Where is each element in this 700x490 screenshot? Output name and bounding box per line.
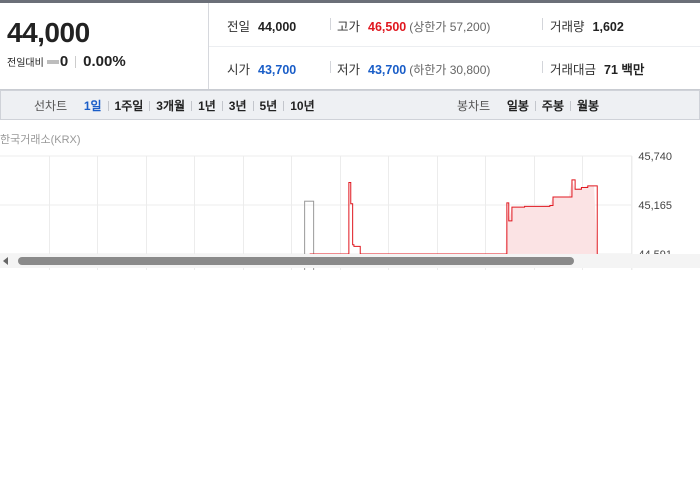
change-label: 전일대비 <box>7 58 44 69</box>
divider <box>191 101 193 111</box>
line-chart-label: 선차트 <box>34 99 68 113</box>
low-label: 저가 <box>337 63 361 77</box>
volume-value: 1,602 <box>592 20 624 34</box>
high-price: 고가 46,500 (상한가 57,200) <box>337 16 490 35</box>
current-price: 44,000 <box>7 17 90 48</box>
divider <box>149 101 151 111</box>
amount-label: 거래대금 <box>550 63 597 77</box>
divider <box>534 101 536 111</box>
change-row: 전일대비 0 0.00% <box>7 53 126 70</box>
stats-row-2: 시가 43,700 저가 43,700 (하한가 30,800) 거래대금 71 백만 <box>209 46 700 89</box>
divider <box>330 18 331 30</box>
open-value: 43,700 <box>258 63 297 77</box>
period-5y[interactable]: 5년 <box>260 99 278 113</box>
current-price-box: 44,000 전일대비 0 0.00% <box>0 3 209 89</box>
chart-period-toolbar: 선차트 1일 1주일 3개월 1년 3년 5년 10년 봉차트 일봉 주봉 월봉 <box>0 90 700 120</box>
price-chart: 45,74045,16544,591 한국거래소(KRX) <box>0 119 700 270</box>
period-3y[interactable]: 3년 <box>229 99 247 113</box>
period-10y[interactable]: 10년 <box>290 99 314 113</box>
period-1d[interactable]: 1일 <box>84 99 102 113</box>
divider <box>252 101 254 111</box>
volume: 거래량 1,602 <box>550 16 624 35</box>
divider <box>542 18 543 30</box>
low-price: 저가 43,700 (하한가 30,800) <box>337 59 490 78</box>
change-rate: 0.00% <box>83 53 126 70</box>
divider <box>330 61 331 73</box>
candle-monthly[interactable]: 월봉 <box>577 99 599 113</box>
y-tick-label: 45,740 <box>638 151 672 163</box>
data-source: 한국거래소(KRX) <box>0 134 81 146</box>
low-value: 43,700 <box>368 63 407 77</box>
scrollbar-thumb[interactable] <box>18 257 574 265</box>
prev-close-label: 전일 <box>227 20 251 34</box>
divider <box>542 61 543 73</box>
chart-scrollbar[interactable] <box>0 254 700 268</box>
amount-value: 71 백만 <box>604 63 645 77</box>
prev-close: 전일 44,000 <box>227 16 296 35</box>
upper-limit: (상한가 57,200) <box>409 20 491 34</box>
high-value: 46,500 <box>368 20 407 34</box>
prev-close-value: 44,000 <box>258 20 297 34</box>
candle-weekly[interactable]: 주봉 <box>542 99 564 113</box>
trade-amount: 거래대금 71 백만 <box>550 59 644 78</box>
price-summary: 44,000 전일대비 0 0.00% 전일 44,000 고가 46,500 (상한… <box>0 3 700 90</box>
open-label: 시가 <box>227 63 251 77</box>
open-price: 시가 43,700 <box>227 59 296 78</box>
high-label: 고가 <box>337 20 361 34</box>
scroll-left-arrow-icon[interactable] <box>3 257 8 265</box>
y-tick-label: 45,165 <box>638 200 672 212</box>
stats-row-1: 전일 44,000 고가 46,500 (상한가 57,200) 거래량 1,602 <box>209 3 700 47</box>
divider <box>283 101 285 111</box>
divider <box>107 101 109 111</box>
candle-chart-label: 봉차트 <box>457 99 491 113</box>
candle-daily[interactable]: 일봉 <box>507 99 529 113</box>
candle-chart-periods: 봉차트 일봉 주봉 월봉 <box>457 97 599 114</box>
series-area-fill <box>505 179 598 254</box>
line-chart-periods: 선차트 1일 1주일 3개월 1년 3년 5년 10년 <box>34 97 315 114</box>
change-value: 0 <box>59 53 69 70</box>
period-1y[interactable]: 1년 <box>198 99 216 113</box>
stats-grid: 전일 44,000 고가 46,500 (상한가 57,200) 거래량 1,602 시… <box>209 3 700 89</box>
flat-dash-icon <box>46 59 59 64</box>
period-3m[interactable]: 3개월 <box>156 99 185 113</box>
period-1w[interactable]: 1주일 <box>115 99 144 113</box>
divider <box>221 101 223 111</box>
divider <box>75 55 77 68</box>
divider <box>570 101 571 111</box>
chart-plot: 45,74045,16544,591 <box>0 151 672 270</box>
volume-label: 거래량 <box>550 20 585 34</box>
lower-limit: (하한가 30,800) <box>409 63 491 77</box>
